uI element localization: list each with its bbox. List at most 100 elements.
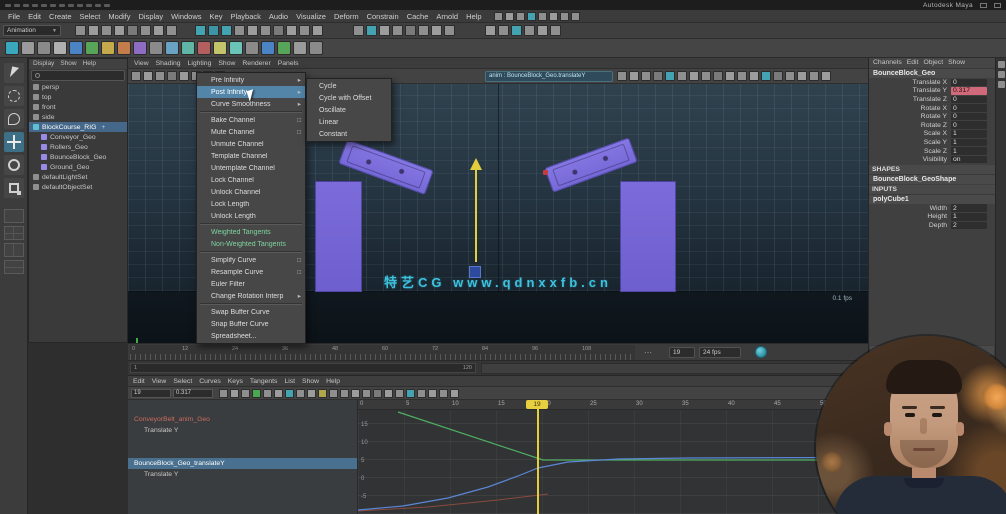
graph-toolbar-icon[interactable] (274, 389, 283, 398)
rotate-tool-icon[interactable] (4, 155, 24, 175)
graph-channel-item[interactable] (128, 447, 357, 458)
outliner-menu-item[interactable]: Show (60, 60, 76, 68)
shelf-icon[interactable] (165, 41, 179, 55)
select-tool-icon[interactable] (4, 63, 24, 83)
graph-toolbar-icon[interactable] (230, 389, 239, 398)
graph-channel-item[interactable]: Translate Y (128, 425, 357, 436)
menubar-icon[interactable] (560, 12, 569, 21)
viewport-menu-item[interactable]: Panels (278, 60, 299, 67)
context-menu-item[interactable]: Snap Buffer Curve (197, 318, 305, 330)
graph-toolbar-icon[interactable] (329, 389, 338, 398)
context-menu-item[interactable]: Unlock Channel (197, 186, 305, 198)
context-menu-item[interactable]: Mute Channel □ (197, 126, 305, 138)
graph-editor-menu-item[interactable]: Select (173, 378, 192, 385)
channel-name[interactable]: Rotate X (869, 105, 951, 112)
channel-name[interactable]: Rotate Z (869, 122, 951, 129)
channel-name[interactable]: Scale X (869, 130, 951, 137)
channel-name[interactable]: Visibility (869, 156, 951, 163)
channel-name[interactable]: Scale Y (869, 139, 951, 146)
sidebar-toggle-icon[interactable] (998, 71, 1005, 78)
channel-value-field[interactable]: 1 (951, 130, 987, 138)
viewport-icon[interactable] (665, 71, 675, 81)
status-icon[interactable] (140, 25, 151, 36)
status-icon[interactable] (166, 25, 177, 36)
channel-value-field[interactable]: 1 (951, 213, 987, 221)
viewport-icon[interactable] (677, 71, 687, 81)
layout-two-pane-button[interactable] (4, 243, 24, 257)
graph-toolbar-icon[interactable] (285, 389, 294, 398)
snap-icon[interactable] (273, 25, 284, 36)
menubar-icon[interactable] (516, 12, 525, 21)
graph-toolbar-icon[interactable] (351, 389, 360, 398)
status-icon[interactable] (431, 25, 442, 36)
graph-editor-menu-item[interactable]: Tangents (250, 378, 278, 385)
render-icon[interactable] (550, 25, 561, 36)
command-line[interactable] (481, 363, 866, 374)
viewport-menu-item[interactable]: Show (218, 60, 235, 67)
graph-toolbar-icon[interactable] (318, 389, 327, 398)
channel-box-menu-item[interactable]: Show (948, 59, 965, 67)
render-icon[interactable] (498, 25, 509, 36)
render-icon[interactable] (537, 25, 548, 36)
viewport-icon[interactable] (155, 71, 165, 81)
viewport-icon[interactable] (617, 71, 627, 81)
outliner-item[interactable]: Conveyor_Geo (29, 132, 127, 142)
graph-channel-item[interactable]: BounceBlock_Geo_translateY (128, 458, 357, 469)
key-value-stat-field[interactable]: 0.317 (173, 389, 213, 398)
graph-channel-item[interactable]: ConveyorBelt_anim_Geo (128, 414, 357, 425)
titlebar-icon[interactable] (32, 4, 38, 7)
viewport-icon[interactable] (641, 71, 651, 81)
viewport-menu-item[interactable]: View (134, 60, 149, 67)
window-menu-icon[interactable] (980, 3, 987, 8)
channel-name[interactable]: Scale Z (869, 148, 951, 155)
titlebar-icon[interactable] (104, 4, 110, 7)
outliner-item[interactable]: persp (29, 82, 127, 92)
shelf-icon[interactable] (117, 41, 131, 55)
key-frame-stat-field[interactable]: 19 (131, 389, 171, 398)
channel-box-menu-item[interactable]: Channels (873, 59, 902, 67)
titlebar-icon[interactable] (68, 4, 74, 7)
context-menu-item[interactable]: Simplify Curve □ (197, 254, 305, 266)
outliner-menu-item[interactable]: Help (83, 60, 96, 68)
shelf-icon[interactable] (181, 41, 195, 55)
viewport-icon[interactable] (725, 71, 735, 81)
status-icon[interactable] (379, 25, 390, 36)
graph-toolbar-icon[interactable] (428, 389, 437, 398)
outliner-item[interactable]: defaultLightSet (29, 172, 127, 182)
outliner-item[interactable]: top (29, 92, 127, 102)
selected-vertex-marker[interactable] (543, 170, 548, 175)
graph-toolbar-icon[interactable] (450, 389, 459, 398)
lasso-tool-icon[interactable] (4, 86, 24, 106)
shelf-icon[interactable] (149, 41, 163, 55)
viewport-icon[interactable] (653, 71, 663, 81)
viewport-icon[interactable] (761, 71, 771, 81)
menubar-icon[interactable] (527, 12, 536, 21)
context-menu-item[interactable]: Euler Filter (197, 278, 305, 290)
outliner-item[interactable]: Ground_Geo (29, 162, 127, 172)
graph-toolbar-icon[interactable] (384, 389, 393, 398)
context-menu-item[interactable]: Change Rotation Interp ▸ (197, 290, 305, 302)
channel-name[interactable]: Width (869, 205, 951, 212)
status-icon[interactable] (101, 25, 112, 36)
channel-box-menu-item[interactable]: Object (923, 59, 943, 67)
range-slider[interactable]: 1 120 (130, 363, 476, 373)
viewport-icon[interactable] (131, 71, 141, 81)
current-frame-field[interactable]: 19 (669, 347, 695, 358)
paint-select-tool-icon[interactable] (4, 109, 24, 129)
titlebar-icon[interactable] (86, 4, 92, 7)
shelf-icon[interactable] (5, 41, 19, 55)
shelf-icon[interactable] (37, 41, 51, 55)
time-ruler[interactable]: 01224364860728496108 (130, 345, 635, 360)
layout-four-pane-button[interactable] (4, 226, 24, 240)
submenu-item[interactable]: Oscillate (307, 104, 391, 116)
menu-item[interactable]: Playback (226, 12, 264, 21)
status-icon[interactable] (75, 25, 86, 36)
menu-set-dropdown[interactable]: Animation ▼ (3, 25, 61, 36)
shelf-icon[interactable] (277, 41, 291, 55)
menu-item[interactable]: Arnold (432, 12, 462, 21)
titlebar-icon[interactable] (14, 4, 20, 7)
channel-name[interactable]: Translate Y (869, 87, 951, 94)
viewport-icon[interactable] (179, 71, 189, 81)
channel-value-field[interactable]: 0 (951, 121, 987, 129)
context-menu-item[interactable]: Untemplate Channel (197, 162, 305, 174)
